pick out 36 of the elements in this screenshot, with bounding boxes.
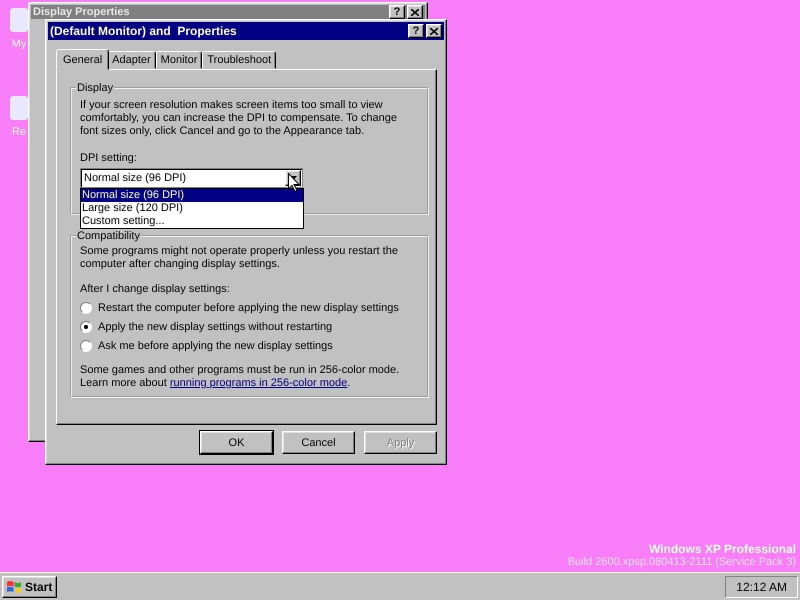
os-build: Build 2600.xpsp.080413-2111 (Service Pack 3) <box>568 556 796 568</box>
close-button[interactable] <box>407 5 423 19</box>
tab[interactable]: General <box>56 49 110 70</box>
dialog-button[interactable]: OK <box>200 431 273 454</box>
close-icon[interactable] <box>430 28 438 34</box>
dropdown-option[interactable]: Large size (120 DPI) <box>81 202 303 215</box>
tab[interactable]: Troubleshoot <box>202 51 276 69</box>
radio-label[interactable]: Apply the new display settings without restarting <box>98 320 332 332</box>
radio-group-label: After I change display settings: <box>80 283 231 295</box>
radio-button[interactable] <box>80 340 92 352</box>
dropdown-option[interactable]: Custom setting... <box>81 215 303 228</box>
radio-button[interactable] <box>80 302 92 314</box>
description-text: Some programs might not operate properly unless you restart the computer after changing display settings. <box>80 245 399 271</box>
dropdown-option[interactable]: Normal size (96 DPI) <box>81 189 303 202</box>
window-title: (Default Monitor) and Properties <box>50 24 238 38</box>
help-button[interactable]: ? <box>408 24 424 38</box>
tab[interactable]: Adapter <box>107 51 156 69</box>
radio-label[interactable]: Restart the computer before applying the new display settings <box>98 302 399 314</box>
help-link[interactable]: running programs in 256-color mode <box>170 377 348 389</box>
tab[interactable]: Monitor <box>156 51 202 69</box>
radio-button[interactable] <box>80 320 92 332</box>
radio-label[interactable]: Ask me before applying the new display settings <box>98 340 333 352</box>
clock[interactable]: 12:12 AM <box>725 576 798 598</box>
dialog-button[interactable]: Cancel <box>282 431 355 454</box>
group-title: Compatibility <box>76 230 141 242</box>
windows-flag-icon <box>6 580 22 594</box>
close-button[interactable] <box>426 24 442 38</box>
start-button[interactable]: Start <box>2 576 58 598</box>
group-title: Display <box>76 82 114 94</box>
help-button[interactable]: ? <box>389 5 405 19</box>
close-icon[interactable] <box>411 8 419 16</box>
window-title: Display Properties <box>33 6 131 18</box>
description-text: If your screen resolution makes screen items too small to view comfortably, you can increase the DPI to compensate. To change font sizes only, click Cancel and go to the Appearance tab. <box>80 99 398 138</box>
field-label: DPI setting: <box>80 152 138 164</box>
os-name: Windows XP Professional <box>648 542 796 556</box>
note-text: Some games and other programs must be run in 256-color mode. Learn more about running programs in 256-color mode. <box>80 364 400 390</box>
